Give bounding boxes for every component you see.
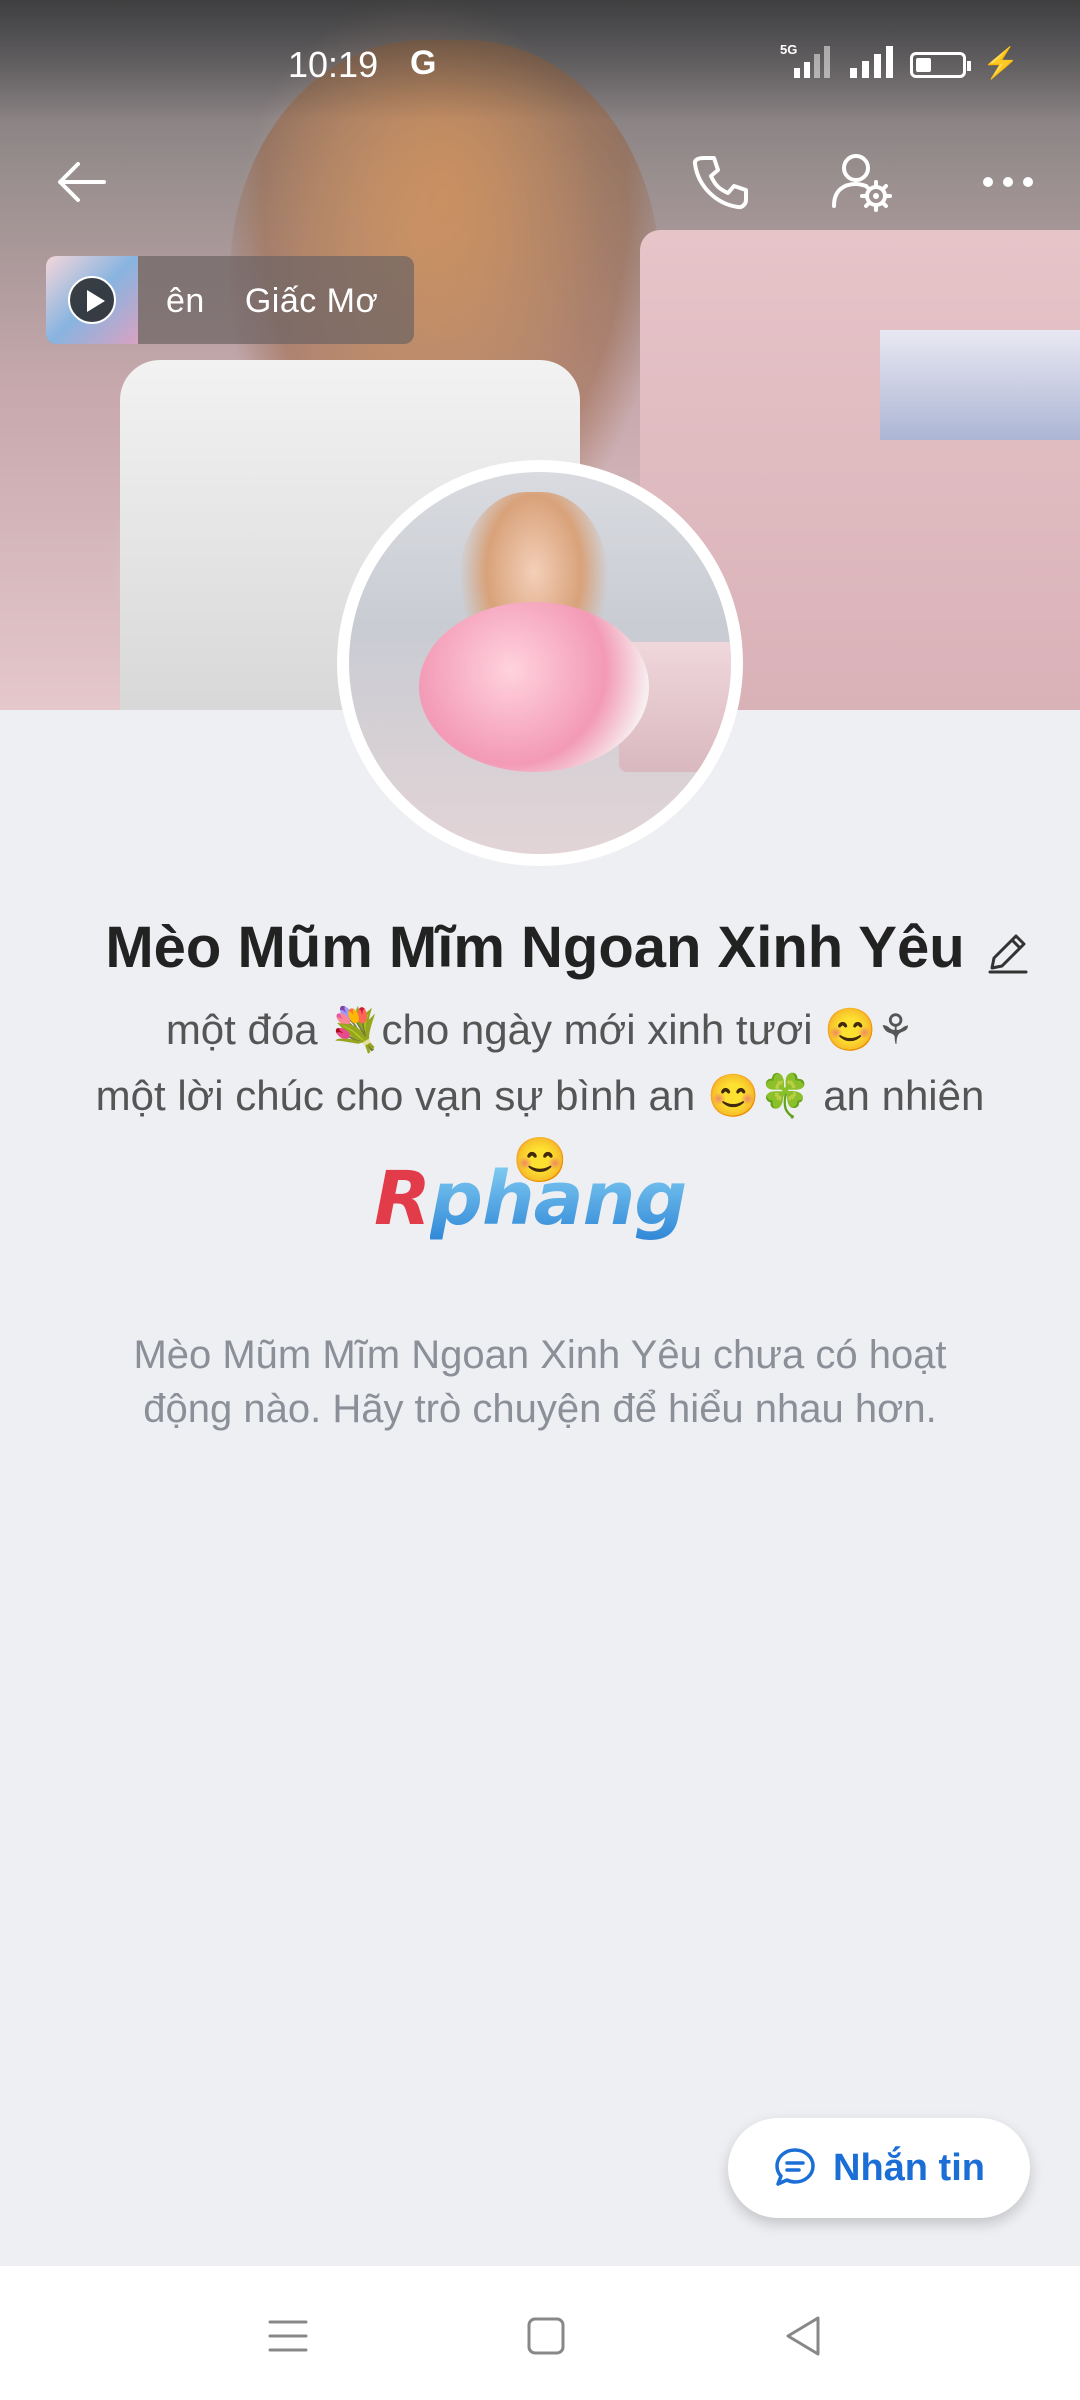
- user-settings-icon: [832, 154, 892, 212]
- carrier-icon: G: [410, 44, 437, 82]
- empty-activity-message: Mèo Mũm Mĩm Ngoan Xinh Yêu chưa có hoạt …: [133, 1333, 947, 1431]
- bio-line-1: một đóa 💐cho ngày mới xinh tươi 😊⚘: [165, 1006, 915, 1053]
- signal-icon-2: [850, 46, 893, 78]
- user-settings-button[interactable]: [822, 142, 902, 222]
- profile-name: Mèo Mũm Mĩm Ngoan Xinh Yêu: [105, 915, 965, 980]
- battery-fill: [916, 58, 931, 72]
- profile-name-row: Mèo Mũm Mĩm Ngoan Xinh Yêu: [0, 914, 1080, 994]
- arrow-left-icon: [58, 162, 106, 202]
- signal-icon: [794, 46, 830, 78]
- more-horizontal-icon: [983, 177, 1033, 187]
- logo-rest: phang: [429, 1156, 687, 1242]
- more-options-button[interactable]: [968, 142, 1048, 222]
- play-icon[interactable]: [68, 276, 116, 324]
- system-navigation-bar: [0, 2266, 1080, 2400]
- music-track-text-2: Giấc Mơ: [244, 282, 379, 320]
- music-track-text-1: ên: [166, 282, 205, 320]
- system-back-icon[interactable]: [774, 2306, 834, 2366]
- home-icon[interactable]: [516, 2306, 576, 2366]
- phone-icon: [692, 156, 748, 210]
- status-bar: 10:19 G 5G ⚡: [0, 0, 1080, 110]
- edit-pencil-icon[interactable]: [984, 928, 1032, 976]
- recent-apps-icon[interactable]: [258, 2306, 318, 2366]
- music-track-title: ên Giấc Mơ: [166, 282, 406, 321]
- profile-avatar[interactable]: [337, 460, 743, 866]
- message-button[interactable]: Nhắn tin: [728, 2118, 1030, 2218]
- message-button-label: Nhắn tin: [833, 2146, 985, 2189]
- call-button[interactable]: [680, 142, 760, 222]
- chat-bubble-icon: [775, 2148, 815, 2186]
- avatar-bouquet: [419, 602, 649, 772]
- status-time: 10:19: [288, 44, 379, 85]
- bio-line-2: một lời chúc cho vạn sự bình an 😊🍀 an nh…: [95, 1072, 985, 1119]
- watermark-logo: Rphang: [374, 1156, 714, 1242]
- charging-icon: ⚡: [982, 47, 1020, 80]
- avatar-image: [349, 472, 731, 854]
- logo-letter-r: R: [374, 1156, 431, 1242]
- back-button[interactable]: [42, 142, 122, 222]
- battery-icon: [910, 52, 971, 78]
- profile-music-chip[interactable]: ên Giấc Mơ: [46, 256, 414, 344]
